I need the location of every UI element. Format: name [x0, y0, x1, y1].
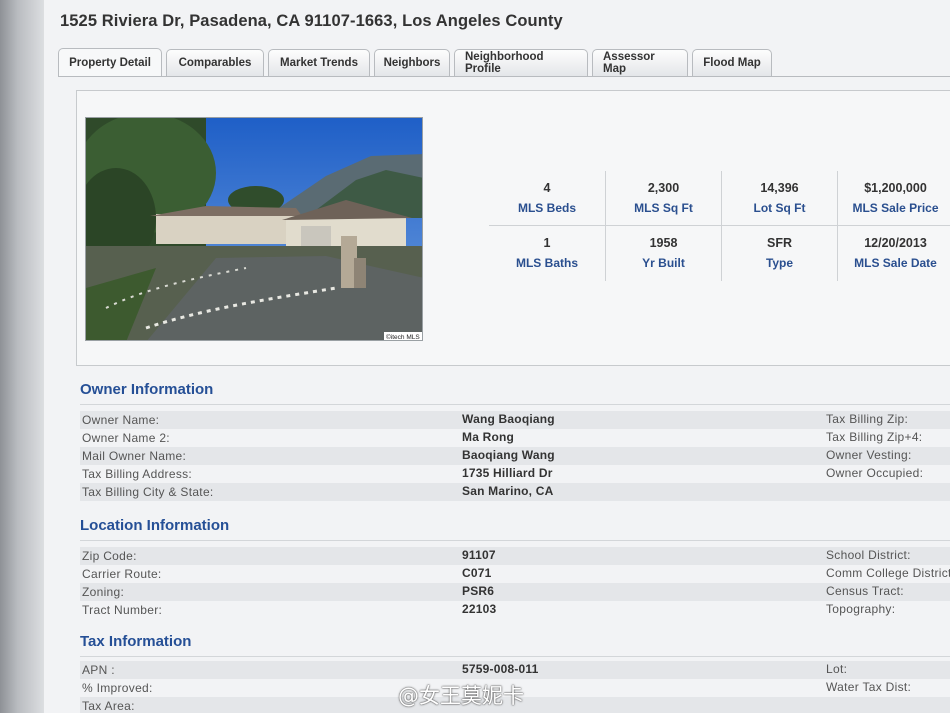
- field-label: Census Tract:: [826, 584, 904, 598]
- tab-property-detail[interactable]: Property Detail: [58, 48, 162, 77]
- field-value: PSR6: [462, 584, 495, 598]
- stat-value: 2,300: [647, 181, 680, 195]
- field-value: Baoqiang Wang: [462, 448, 555, 462]
- stat-label: MLS Sq Ft: [634, 201, 693, 215]
- stat-label: MLS Beds: [517, 201, 576, 215]
- tab-neighborhood-profile[interactable]: Neighborhood Profile: [454, 49, 588, 76]
- stat-value: 1958: [649, 236, 678, 250]
- screen: 1525 Riviera Dr, Pasadena, CA 91107-1663…: [0, 0, 950, 713]
- field-label: Carrier Route:: [82, 567, 162, 581]
- tab-underline: [58, 76, 950, 77]
- photo-caption: ©itech MLS: [386, 333, 420, 341]
- stat-value: 14,396: [760, 181, 799, 195]
- table-row: Zoning: PSR6 Census Tract:: [80, 583, 950, 601]
- field-label: Tract Number:: [82, 603, 163, 617]
- field-label: APN :: [82, 663, 115, 677]
- table-row: APN : 5759-008-011 Lot:: [80, 661, 950, 679]
- stat-label: Type: [765, 256, 794, 270]
- table-row: Tax Billing City & State: San Marino, CA: [80, 483, 950, 501]
- stat-mls-sale-price: $1,200,000 MLS Sale Price: [837, 171, 950, 225]
- tab-comparables[interactable]: Comparables: [166, 49, 264, 76]
- stat-value: 1: [543, 236, 551, 250]
- owner-information-heading: Owner Information: [80, 381, 950, 405]
- field-value: 1735 Hilliard Dr: [462, 466, 553, 480]
- table-row: Carrier Route: C071 Comm College Distric…: [80, 565, 950, 583]
- field-label: Zip Code:: [82, 549, 137, 563]
- owner-information-table: Owner Name: Wang Baoqiang Tax Billing Zi…: [80, 411, 950, 501]
- field-label: Topography:: [826, 602, 896, 616]
- field-label: Zoning:: [82, 585, 125, 599]
- stat-value: SFR: [767, 236, 792, 250]
- stat-value: 12/20/2013: [864, 236, 927, 250]
- field-label: Mail Owner Name:: [82, 449, 187, 463]
- main-content: 1525 Riviera Dr, Pasadena, CA 91107-1663…: [44, 0, 950, 713]
- stat-mls-sale-date: 12/20/2013 MLS Sale Date: [837, 226, 950, 281]
- field-label: Tax Billing Zip+4:: [826, 430, 923, 444]
- stat-lot-sq-ft: 14,396 Lot Sq Ft: [721, 171, 837, 225]
- field-label: Lot:: [826, 662, 848, 676]
- stat-value: $1,200,000: [864, 181, 927, 195]
- tax-information-heading: Tax Information: [80, 633, 950, 657]
- field-label: Owner Occupied:: [826, 466, 924, 480]
- field-value: C071: [462, 566, 492, 580]
- field-label: Tax Billing Zip:: [826, 412, 909, 426]
- table-row: Owner Name: Wang Baoqiang Tax Billing Zi…: [80, 411, 950, 429]
- location-information-heading: Location Information: [80, 517, 950, 541]
- property-photo[interactable]: ©itech MLS: [85, 117, 423, 341]
- table-row: Tax Billing Address: 1735 Hilliard Dr Ow…: [80, 465, 950, 483]
- field-label: Tax Billing City & State:: [82, 485, 214, 499]
- field-label: Owner Name:: [82, 413, 160, 427]
- field-value: 5759-008-011: [462, 662, 539, 676]
- field-value: Ma Rong: [462, 430, 515, 444]
- table-row: Zip Code: 91107 School District:: [80, 547, 950, 565]
- left-bezel: [0, 0, 44, 713]
- field-value: 22103: [462, 602, 497, 616]
- tab-flood-map[interactable]: Flood Map: [692, 49, 772, 76]
- stat-label: MLS Baths: [515, 256, 578, 270]
- table-row: Mail Owner Name: Baoqiang Wang Owner Ves…: [80, 447, 950, 465]
- location-information-table: Zip Code: 91107 School District: Carrier…: [80, 547, 950, 619]
- property-address-title: 1525 Riviera Dr, Pasadena, CA 91107-1663…: [60, 12, 563, 30]
- field-label: Comm College District: [826, 566, 950, 580]
- field-label: Tax Billing Address:: [82, 467, 193, 481]
- stats-row: 4 MLS Beds 2,300 MLS Sq Ft 14,396 Lot Sq…: [489, 171, 950, 226]
- property-detail-panel: ©itech MLS 4 MLS Beds 2,300 MLS Sq Ft 14…: [76, 90, 950, 366]
- field-label: Owner Name 2:: [82, 431, 170, 445]
- stat-mls-sq-ft: 2,300 MLS Sq Ft: [605, 171, 721, 225]
- tab-market-trends[interactable]: Market Trends: [268, 49, 370, 76]
- stat-label: Lot Sq Ft: [753, 201, 806, 215]
- stat-yr-built: 1958 Yr Built: [605, 226, 721, 281]
- stat-label: Yr Built: [642, 256, 685, 270]
- field-label: Tax Area:: [82, 699, 135, 713]
- property-stats-grid: 4 MLS Beds 2,300 MLS Sq Ft 14,396 Lot Sq…: [489, 171, 950, 281]
- table-row: Tract Number: 22103 Topography:: [80, 601, 950, 619]
- stat-type: SFR Type: [721, 226, 837, 281]
- stat-mls-baths: 1 MLS Baths: [489, 226, 605, 281]
- field-value: Wang Baoqiang: [462, 412, 555, 426]
- tab-bar: Property Detail Comparables Market Trend…: [58, 48, 776, 77]
- stat-mls-beds: 4 MLS Beds: [489, 171, 605, 225]
- field-label: % Improved:: [82, 681, 153, 695]
- stats-row: 1 MLS Baths 1958 Yr Built SFR Type 12/20…: [489, 226, 950, 281]
- tab-assessor-map[interactable]: Assessor Map: [592, 49, 688, 76]
- field-label: School District:: [826, 548, 911, 562]
- stat-label: MLS Sale Price: [852, 201, 939, 215]
- stat-value: 4: [543, 181, 551, 195]
- field-value: 91107: [462, 548, 496, 562]
- house-photo-image: ©itech MLS: [86, 118, 422, 341]
- field-value: San Marino, CA: [462, 484, 554, 498]
- watermark-text: @女王莫妮卡: [398, 684, 524, 708]
- table-row: Owner Name 2: Ma Rong Tax Billing Zip+4:: [80, 429, 950, 447]
- stat-label: MLS Sale Date: [854, 256, 937, 270]
- field-label: Water Tax Dist:: [826, 680, 912, 694]
- field-label: Owner Vesting:: [826, 448, 912, 462]
- tab-neighbors[interactable]: Neighbors: [374, 49, 450, 76]
